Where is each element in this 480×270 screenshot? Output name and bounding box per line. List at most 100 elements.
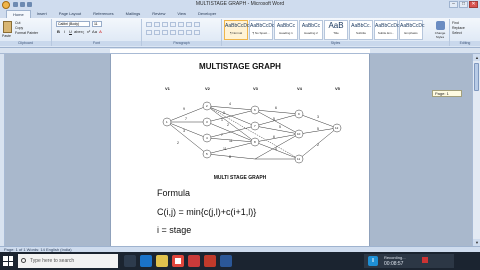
graph-edge	[254, 113, 300, 127]
recording-widget: ‖ Recording... 00:08:57	[364, 254, 454, 268]
style-name: Subtle Em...	[377, 31, 395, 35]
bold-button[interactable]: B	[56, 29, 61, 35]
style-sample: AaBbCcDc	[400, 23, 425, 29]
edge-browser-icon[interactable]	[140, 255, 152, 267]
align-left-icon[interactable]	[146, 30, 152, 35]
chrome-browser-icon[interactable]	[172, 255, 184, 267]
shading-icon[interactable]	[186, 30, 192, 35]
increase-indent-icon[interactable]	[178, 22, 184, 27]
graph-edge	[206, 153, 256, 160]
graph-node: 9	[294, 109, 304, 119]
graph-edge	[166, 121, 208, 155]
close-button[interactable]: ✕	[469, 1, 478, 8]
paste-button[interactable]: Paste	[2, 34, 11, 38]
title-bar: MULTISTAGE GRAPH - Microsoft Word – □ ✕	[0, 0, 480, 10]
task-view-icon[interactable]	[124, 255, 136, 267]
word-icon[interactable]	[220, 255, 232, 267]
style-sample: AaB	[328, 21, 344, 30]
change-styles-button[interactable]: Change Styles	[432, 21, 448, 39]
subscript-button[interactable]: x₂	[80, 29, 85, 35]
edge-weight: 1	[221, 118, 223, 122]
scroll-thumb[interactable]	[474, 63, 479, 91]
app-red-icon[interactable]	[188, 255, 200, 267]
graph-edge	[206, 105, 256, 111]
stop-recording-icon[interactable]	[422, 257, 428, 263]
graph-edge	[206, 109, 256, 123]
tab-review[interactable]: Review	[146, 10, 171, 18]
borders-icon[interactable]	[194, 30, 200, 35]
edge-weight: 9	[183, 107, 185, 111]
paste-icon[interactable]	[3, 21, 12, 33]
style-emphasis[interactable]: AaBbCcDc Emphasis	[399, 20, 425, 40]
tab-view[interactable]: View	[171, 10, 192, 18]
superscript-button[interactable]: x²	[86, 29, 91, 35]
italic-button[interactable]: I	[62, 29, 67, 35]
style-name: ¶ Normal	[229, 31, 243, 35]
taskbar-apps	[124, 255, 232, 267]
multilevel-list-icon[interactable]	[162, 22, 168, 27]
style-no-spacing[interactable]: AaBbCcDc ¶ No Spaci...	[249, 20, 274, 40]
scroll-down-icon[interactable]: ▼	[473, 239, 480, 246]
formula-label: Formula	[157, 188, 191, 198]
tab-developer[interactable]: Developer	[192, 10, 222, 18]
show-marks-icon[interactable]	[194, 22, 200, 27]
style-subtitle[interactable]: AaBbCc. Subtitle	[349, 20, 373, 40]
file-explorer-icon[interactable]	[156, 255, 168, 267]
stage-label: V5	[335, 86, 341, 91]
numbering-icon[interactable]	[154, 22, 160, 27]
font-size-select[interactable]: 11	[92, 21, 102, 27]
taskbar-search-box[interactable]: Type here to search	[18, 254, 118, 268]
strikethrough-button[interactable]: abe	[74, 29, 81, 35]
vertical-ruler[interactable]	[0, 54, 5, 246]
underline-button[interactable]: U	[68, 29, 73, 35]
tab-home[interactable]: Home	[6, 10, 31, 18]
graph-edge	[206, 105, 256, 143]
sort-icon[interactable]	[186, 22, 192, 27]
edge-weight: 2	[317, 143, 319, 147]
style-title[interactable]: AaB Title	[324, 20, 348, 40]
edge-weight: 5	[317, 127, 319, 131]
maximize-button[interactable]: □	[459, 1, 468, 8]
align-buttons-row	[146, 30, 200, 35]
style-heading-2[interactable]: AaBbCc Heading 2	[299, 20, 323, 40]
font-group-label: Font	[52, 41, 141, 46]
font-name-select[interactable]: Calibri (Body)	[56, 21, 90, 27]
minimize-button[interactable]: –	[449, 1, 458, 8]
align-center-icon[interactable]	[154, 30, 160, 35]
tab-insert[interactable]: Insert	[31, 10, 53, 18]
scroll-up-icon[interactable]: ▲	[473, 54, 480, 61]
edge-weight: 6	[273, 135, 275, 139]
graph-node: 8	[250, 137, 260, 147]
editing-group-frame: Editing	[450, 19, 480, 46]
change-case-button[interactable]: Aa	[92, 29, 97, 35]
search-icon	[21, 258, 26, 263]
font-color-button[interactable]: A	[98, 29, 103, 35]
line-spacing-icon[interactable]	[178, 30, 184, 35]
stage-label: V1	[165, 86, 171, 91]
edge-weight: 4	[229, 102, 231, 106]
justify-icon[interactable]	[170, 30, 176, 35]
tab-page-layout[interactable]: Page Layout	[53, 10, 87, 18]
align-right-icon[interactable]	[162, 30, 168, 35]
tab-references[interactable]: References	[87, 10, 119, 18]
decrease-indent-icon[interactable]	[170, 22, 176, 27]
paragraph-group: Paragraph	[142, 19, 222, 46]
taskbar: Type here to search ‖ Recording... 00:08…	[0, 252, 480, 270]
graph-edge	[254, 125, 300, 135]
start-windows-icon[interactable]	[3, 256, 13, 266]
style-subtle-emphasis[interactable]: AaBbCcDc Subtle Em...	[374, 20, 399, 40]
style-normal[interactable]: AaBbCcDc ¶ Normal	[224, 20, 250, 40]
document-page[interactable]: MULTISTAGE GRAPH V1 V2 V3 V4 V5 9 7 3 2 …	[110, 54, 370, 246]
graph-edge	[166, 121, 208, 139]
style-heading-1[interactable]: AaBbCc Heading 1	[274, 20, 298, 40]
powerpoint-icon[interactable]	[204, 255, 216, 267]
format-painter-button[interactable]: Format Painter	[15, 31, 38, 36]
style-sample: AaBbCcDc	[225, 23, 250, 29]
figure-caption: MULTI STAGE GRAPH	[213, 175, 267, 181]
editing-group-label: Editing	[450, 41, 480, 46]
tab-mailings[interactable]: Mailings	[120, 10, 147, 18]
bullets-icon[interactable]	[146, 22, 152, 27]
pause-recording-button[interactable]: ‖	[368, 256, 378, 266]
vertical-scrollbar[interactable]: ▲ ▼	[472, 54, 480, 246]
graph-edges	[166, 105, 338, 160]
